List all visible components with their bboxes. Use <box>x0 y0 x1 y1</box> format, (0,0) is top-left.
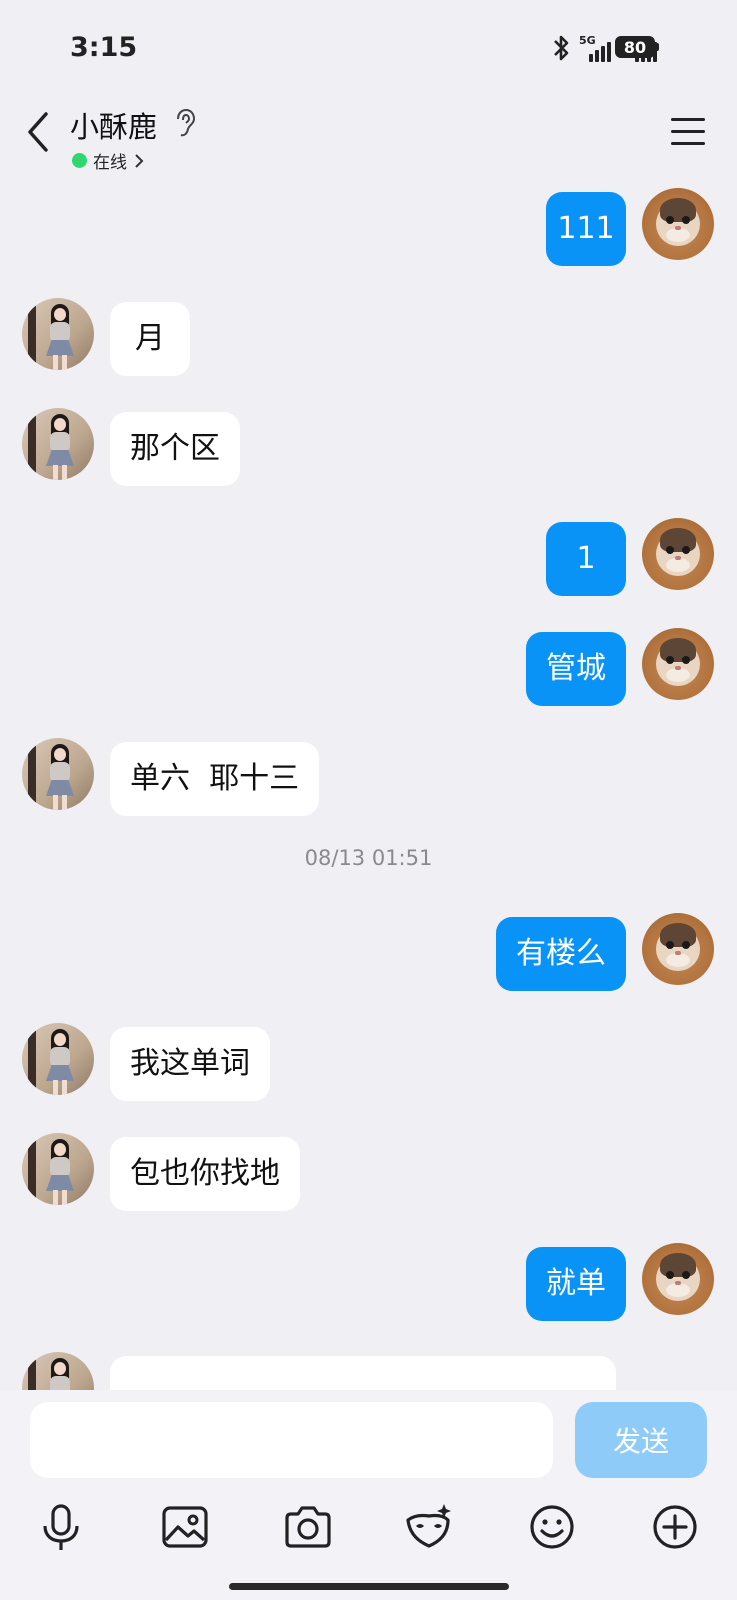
mask-icon[interactable] <box>402 1500 456 1554</box>
message-bubble-incoming[interactable]: 那个区 <box>110 412 240 486</box>
message-input[interactable] <box>30 1402 553 1478</box>
my-avatar[interactable] <box>642 518 714 590</box>
message-bubble-incoming[interactable] <box>110 1356 616 1390</box>
contact-avatar[interactable] <box>22 408 94 480</box>
contact-name[interactable]: 小酥鹿 <box>70 104 157 146</box>
contact-avatar[interactable] <box>22 1352 94 1390</box>
message-bubble-outgoing[interactable]: 有楼么 <box>496 917 626 991</box>
online-status-text: 在线 <box>93 153 127 173</box>
contact-avatar[interactable] <box>22 1133 94 1205</box>
camera-icon[interactable] <box>281 1500 335 1554</box>
my-avatar[interactable] <box>642 1243 714 1315</box>
message-bubble-outgoing[interactable]: 管城 <box>526 632 626 706</box>
message-row: 有楼么 <box>0 909 737 991</box>
online-dot <box>72 153 87 168</box>
my-avatar[interactable] <box>642 628 714 700</box>
message-row: 就单 <box>0 1239 737 1321</box>
online-status[interactable]: 在线 <box>72 148 145 173</box>
microphone-icon[interactable] <box>34 1500 88 1554</box>
message-bubble-outgoing[interactable]: 就单 <box>526 1247 626 1321</box>
my-avatar[interactable] <box>642 188 714 260</box>
emoji-icon[interactable] <box>525 1500 579 1554</box>
status-bar: 3:15 5G 5G 80 <box>0 0 737 96</box>
bluetooth-icon <box>549 34 573 66</box>
chevron-right-icon <box>135 153 144 168</box>
home-indicator[interactable] <box>229 1583 509 1590</box>
chevron-left-icon <box>28 112 48 152</box>
my-avatar[interactable] <box>642 913 714 985</box>
input-bar: 发送 <box>0 1390 737 1600</box>
network-type-label: 5G <box>579 34 596 47</box>
message-bubble-outgoing[interactable]: 1 <box>546 522 626 596</box>
contact-avatar[interactable] <box>22 1023 94 1095</box>
cellular-signal-icon: 5G <box>579 34 611 62</box>
message-timestamp: 08/13 01:51 <box>304 846 433 870</box>
contact-avatar[interactable] <box>22 298 94 370</box>
back-button[interactable] <box>22 110 56 154</box>
ear-icon[interactable] <box>174 108 196 138</box>
message-bubble-incoming[interactable]: 我这单词 <box>110 1027 270 1101</box>
plus-icon[interactable] <box>648 1500 702 1554</box>
input-toolbar <box>0 1500 737 1570</box>
message-bubble-outgoing[interactable]: 111 <box>546 192 626 266</box>
message-bubble-incoming[interactable]: 单六 耶十三 <box>110 742 320 816</box>
message-row: 111 <box>0 184 737 266</box>
battery-icon: 80 <box>615 36 659 58</box>
contact-avatar[interactable] <box>22 738 94 810</box>
message-row: 那个区 <box>0 404 737 486</box>
message-row: 我这单词 <box>0 1019 737 1101</box>
message-row: 单六 耶十三 <box>0 734 737 816</box>
chat-header: 小酥鹿 在线 <box>0 96 737 180</box>
send-button[interactable]: 发送 <box>575 1402 707 1478</box>
message-bubble-incoming[interactable]: 月 <box>110 302 190 376</box>
message-row: 包也你找地 <box>0 1129 737 1211</box>
message-row: 月 <box>0 294 737 376</box>
battery-level: 80 <box>623 37 647 57</box>
image-icon[interactable] <box>158 1500 212 1554</box>
message-bubble-incoming[interactable]: 包也你找地 <box>110 1137 300 1211</box>
message-row: 管城 <box>0 624 737 706</box>
menu-button[interactable] <box>671 118 705 146</box>
message-row: 1 <box>0 514 737 596</box>
message-list[interactable]: 111 月 那个区 1 管城 单六 耶十三 08/13 01:51 有楼么 我这… <box>0 180 737 1390</box>
message-row-partial <box>0 1348 737 1390</box>
status-time: 3:15 <box>70 32 138 63</box>
